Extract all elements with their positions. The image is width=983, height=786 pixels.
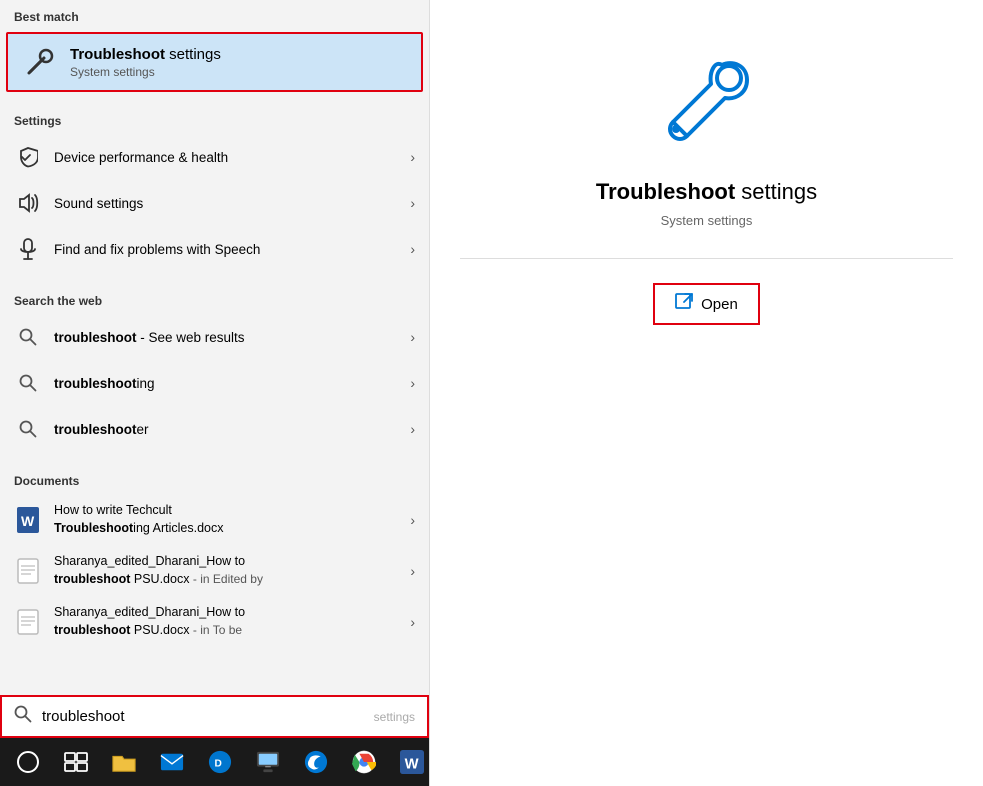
chevron-right-icon-3: › (410, 241, 415, 257)
doc-item-2[interactable]: Sharanya_edited_Dharani_How to troublesh… (0, 545, 429, 596)
chevron-right-icon: › (410, 149, 415, 165)
doc-item-2-text: Sharanya_edited_Dharani_How to troublesh… (54, 553, 410, 588)
microphone-icon (14, 235, 42, 263)
word-doc-icon-1: W (14, 506, 42, 534)
search-input[interactable] (42, 708, 374, 725)
best-match-subtitle: System settings (70, 65, 221, 79)
taskbar-task-view-button[interactable] (52, 738, 100, 786)
svg-text:W: W (405, 756, 419, 772)
best-match-title: Troubleshoot settings (70, 46, 221, 63)
web-item-troubleshoot[interactable]: troubleshoot - See web results › (0, 314, 429, 360)
taskbar-file-explorer-button[interactable] (100, 738, 148, 786)
taskbar-edge-button[interactable] (292, 738, 340, 786)
web-item-troubleshooting-label: troubleshooting (54, 376, 410, 391)
shield-icon (14, 143, 42, 171)
taskbar-search-button[interactable] (4, 738, 52, 786)
best-match-label: Best match (0, 0, 429, 30)
doc-item-3[interactable]: Sharanya_edited_Dharani_How to troublesh… (0, 596, 429, 647)
taskbar-mail-button[interactable] (148, 738, 196, 786)
search-web-label: Search the web (0, 284, 429, 314)
open-button-label: Open (701, 296, 738, 313)
documents-label: Documents (0, 464, 429, 494)
taskbar-word-button[interactable]: W (388, 738, 436, 786)
right-panel: Troubleshoot settings System settings Op… (430, 0, 983, 786)
best-match-text: Troubleshoot settings System settings (70, 46, 221, 79)
search-web-section: Search the web troubleshoot - See web re… (0, 278, 429, 458)
web-item-troubleshooter[interactable]: troubleshooter › (0, 406, 429, 452)
settings-item-device[interactable]: Device performance & health › (0, 134, 429, 180)
settings-item-sound[interactable]: Sound settings › (0, 180, 429, 226)
open-button[interactable]: Open (653, 283, 760, 325)
settings-item-speech[interactable]: Find and fix problems with Speech › (0, 226, 429, 272)
search-web-icon-1 (14, 323, 42, 351)
chevron-right-icon-8: › (410, 563, 415, 579)
right-panel-wrench-icon (657, 50, 757, 155)
taskbar: D (0, 738, 429, 786)
sound-icon (14, 189, 42, 217)
open-button-icon (675, 293, 693, 315)
taskbar-dell-button[interactable]: D (196, 738, 244, 786)
settings-section-label: Settings (0, 104, 429, 134)
left-panel: Best match Troubleshoot settings System … (0, 0, 430, 786)
chevron-right-icon-5: › (410, 375, 415, 391)
settings-item-device-label: Device performance & health (54, 150, 410, 165)
best-match-title-rest: settings (165, 46, 221, 63)
right-panel-title: Troubleshoot settings (596, 179, 817, 205)
main-container: Best match Troubleshoot settings System … (0, 0, 983, 786)
svg-text:W: W (21, 513, 35, 529)
chevron-right-icon-9: › (410, 614, 415, 630)
doc-item-3-text: Sharanya_edited_Dharani_How to troublesh… (54, 604, 410, 639)
taskbar-chrome-button[interactable] (340, 738, 388, 786)
web-item-troubleshooter-label: troubleshooter (54, 422, 410, 437)
settings-item-sound-label: Sound settings (54, 196, 410, 211)
chevron-right-icon-4: › (410, 329, 415, 345)
settings-wrench-icon (22, 44, 58, 80)
search-web-icon-2 (14, 369, 42, 397)
search-bar-icon (14, 705, 32, 728)
settings-section: Settings Device performance & health › (0, 98, 429, 278)
svg-text:D: D (214, 759, 221, 770)
web-item-troubleshoot-label: troubleshoot - See web results (54, 330, 410, 345)
best-match-title-bold: Troubleshoot (70, 46, 165, 63)
web-item-troubleshooting[interactable]: troubleshooting › (0, 360, 429, 406)
right-panel-subtitle: System settings (661, 213, 753, 228)
chevron-right-icon-2: › (410, 195, 415, 211)
search-bar-container: settings (0, 695, 429, 738)
generic-doc-icon-1 (14, 557, 42, 585)
generic-doc-icon-2 (14, 608, 42, 636)
settings-item-speech-label: Find and fix problems with Speech (54, 242, 410, 257)
search-placeholder-hint: settings (374, 710, 415, 724)
chevron-right-icon-7: › (410, 512, 415, 528)
taskbar-remote-button[interactable] (244, 738, 292, 786)
best-match-item[interactable]: Troubleshoot settings System settings (6, 32, 423, 92)
doc-item-1-text: How to write Techcult Troubleshooting Ar… (54, 502, 410, 537)
chevron-right-icon-6: › (410, 421, 415, 437)
documents-section: Documents W How to write Techcult Troubl… (0, 458, 429, 695)
doc-item-1[interactable]: W How to write Techcult Troubleshooting … (0, 494, 429, 545)
search-web-icon-3 (14, 415, 42, 443)
right-panel-divider (460, 258, 953, 259)
